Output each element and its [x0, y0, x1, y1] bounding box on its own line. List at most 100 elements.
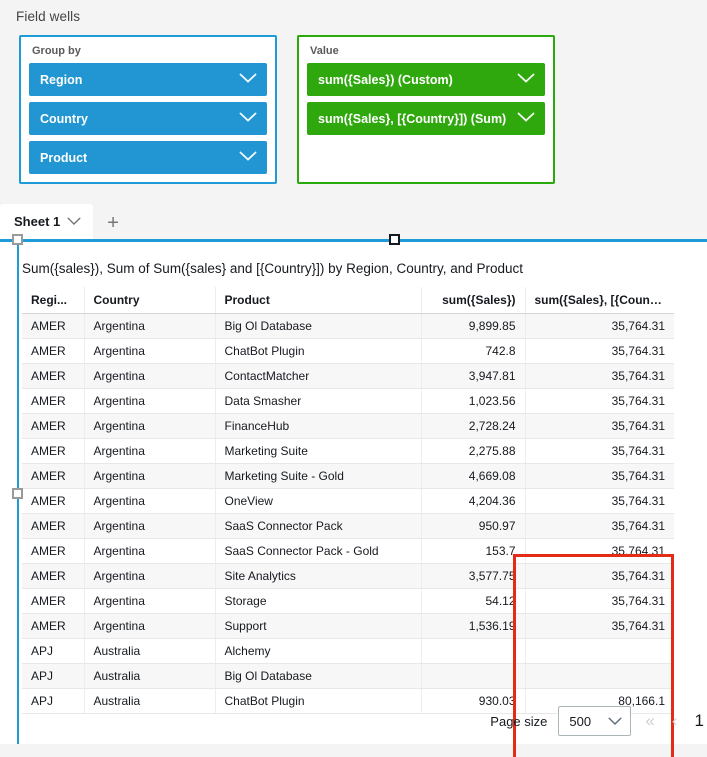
table-cell: 1,023.56 — [421, 388, 525, 413]
table-cell: Argentina — [84, 413, 215, 438]
field-pill-sum-sales-country-sum-label: sum({Sales}, [{Country}]) (Sum) — [318, 112, 506, 126]
field-pill-country[interactable]: Country — [29, 102, 267, 135]
table-header: Regi... Country Product sum({Sales}) sum… — [22, 287, 674, 313]
table-cell: 35,764.31 — [525, 563, 674, 588]
table-row[interactable]: AMERArgentinaData Smasher1,023.5635,764.… — [22, 388, 674, 413]
table-cell: Site Analytics — [215, 563, 421, 588]
table-cell: 4,669.08 — [421, 463, 525, 488]
table-cell — [525, 663, 674, 688]
table-cell: 35,764.31 — [525, 513, 674, 538]
field-pill-country-label: Country — [40, 112, 88, 126]
table-row[interactable]: AMERArgentinaFinanceHub2,728.2435,764.31 — [22, 413, 674, 438]
table-cell: 35,764.31 — [525, 463, 674, 488]
table-cell: 2,275.88 — [421, 438, 525, 463]
add-sheet-button[interactable]: + — [93, 213, 133, 239]
table-row[interactable]: AMERArgentinaSupport1,536.1935,764.31 — [22, 613, 674, 638]
chevron-down-icon[interactable] — [239, 73, 257, 87]
prev-page-button[interactable]: ‹ — [669, 711, 681, 731]
resize-handle-top-left[interactable] — [12, 234, 23, 245]
table-cell: ChatBot Plugin — [215, 688, 421, 713]
table-cell: Argentina — [84, 513, 215, 538]
table-cell: 3,947.81 — [421, 363, 525, 388]
table-cell: AMER — [22, 313, 84, 338]
chevron-down-icon[interactable] — [517, 73, 535, 87]
table-cell: APJ — [22, 663, 84, 688]
table-cell: AMER — [22, 613, 84, 638]
table-row[interactable]: AMERArgentinaStorage54.1235,764.31 — [22, 588, 674, 613]
column-header-sum-sales-country[interactable]: sum({Sales}, [{Country}]) — [525, 287, 674, 313]
field-pill-sum-sales-custom[interactable]: sum({Sales}) (Custom) — [307, 63, 545, 96]
field-pill-product-label: Product — [40, 151, 87, 165]
table-row[interactable]: APJAustraliaBig Ol Database — [22, 663, 674, 688]
table-cell: AMER — [22, 388, 84, 413]
table-cell: 35,764.31 — [525, 488, 674, 513]
page-size-select[interactable]: 500 — [558, 706, 631, 736]
table-row[interactable]: AMERArgentinaSaaS Connector Pack - Gold1… — [22, 538, 674, 563]
field-wells-row: Group by Region Country Product — [0, 24, 707, 184]
table-cell: 35,764.31 — [525, 538, 674, 563]
table-cell: 35,764.31 — [525, 438, 674, 463]
chevron-down-icon[interactable] — [608, 714, 622, 729]
table-cell: AMER — [22, 438, 84, 463]
field-wells-title: Field wells — [0, 0, 707, 24]
value-well: Value sum({Sales}) (Custom) sum({Sales},… — [297, 35, 555, 184]
chevron-down-icon[interactable] — [517, 112, 535, 126]
table-cell: 4,204.36 — [421, 488, 525, 513]
table-row[interactable]: AMERArgentinaOneView4,204.3635,764.31 — [22, 488, 674, 513]
column-header-sum-sales[interactable]: sum({Sales}) — [421, 287, 525, 313]
column-header-region[interactable]: Regi... — [22, 287, 84, 313]
table-cell: Argentina — [84, 463, 215, 488]
table-cell: 2,728.24 — [421, 413, 525, 438]
table-cell: AMER — [22, 338, 84, 363]
chevron-down-icon[interactable] — [239, 112, 257, 126]
table-cell: Argentina — [84, 363, 215, 388]
table-cell: Argentina — [84, 613, 215, 638]
table-cell: 3,577.75 — [421, 563, 525, 588]
table-cell: Support — [215, 613, 421, 638]
column-header-product[interactable]: Product — [215, 287, 421, 313]
field-pill-product[interactable]: Product — [29, 141, 267, 174]
table-cell: Argentina — [84, 388, 215, 413]
table-cell: AMER — [22, 363, 84, 388]
table-row[interactable]: AMERArgentinaSaaS Connector Pack950.9735… — [22, 513, 674, 538]
table-cell: AMER — [22, 488, 84, 513]
table-cell — [421, 638, 525, 663]
field-pill-sum-sales-custom-label: sum({Sales}) (Custom) — [318, 73, 453, 87]
chevron-down-icon[interactable] — [239, 151, 257, 165]
field-pill-region[interactable]: Region — [29, 63, 267, 96]
table-row[interactable]: APJAustraliaAlchemy — [22, 638, 674, 663]
table-cell: AMER — [22, 588, 84, 613]
table-row[interactable]: AMERArgentinaChatBot Plugin742.835,764.3… — [22, 338, 674, 363]
table-cell: AMER — [22, 513, 84, 538]
sheet-tab-bar: Sheet 1 + — [0, 202, 707, 239]
chevron-down-icon[interactable] — [67, 213, 81, 231]
field-pill-sum-sales-country-sum[interactable]: sum({Sales}, [{Country}]) (Sum) — [307, 102, 545, 135]
table-row[interactable]: AMERArgentinaContactMatcher3,947.8135,76… — [22, 363, 674, 388]
table-row[interactable]: AMERArgentinaSite Analytics3,577.7535,76… — [22, 563, 674, 588]
column-header-country[interactable]: Country — [84, 287, 215, 313]
table-row[interactable]: AMERArgentinaBig Ol Database9,899.8535,7… — [22, 313, 674, 338]
table-cell: AMER — [22, 463, 84, 488]
table-cell: APJ — [22, 638, 84, 663]
table-row[interactable]: AMERArgentinaMarketing Suite2,275.8835,7… — [22, 438, 674, 463]
table-cell: FinanceHub — [215, 413, 421, 438]
table-cell: ChatBot Plugin — [215, 338, 421, 363]
resize-handle-bottom-left[interactable] — [12, 488, 23, 499]
table-cell — [421, 663, 525, 688]
table-cell: 35,764.31 — [525, 363, 674, 388]
table-cell: 742.8 — [421, 338, 525, 363]
resize-handle-top-center[interactable] — [389, 234, 400, 245]
table-cell: AMER — [22, 563, 84, 588]
table-cell: 35,764.31 — [525, 313, 674, 338]
pivot-table: Regi... Country Product sum({Sales}) sum… — [22, 287, 674, 714]
table-footer: Page size 500 « ‹ 1 — [490, 706, 707, 736]
table-cell: AMER — [22, 538, 84, 563]
table-scroll-area[interactable]: Regi... Country Product sum({Sales}) sum… — [0, 287, 707, 714]
table-cell: 9,899.85 — [421, 313, 525, 338]
table-cell: SaaS Connector Pack — [215, 513, 421, 538]
current-page-indicator[interactable]: 1 — [692, 711, 707, 731]
first-page-button[interactable]: « — [642, 711, 657, 731]
visual-container[interactable]: Sum({sales}), Sum of Sum({sales} and [{C… — [0, 239, 707, 744]
table-cell: Argentina — [84, 313, 215, 338]
table-row[interactable]: AMERArgentinaMarketing Suite - Gold4,669… — [22, 463, 674, 488]
